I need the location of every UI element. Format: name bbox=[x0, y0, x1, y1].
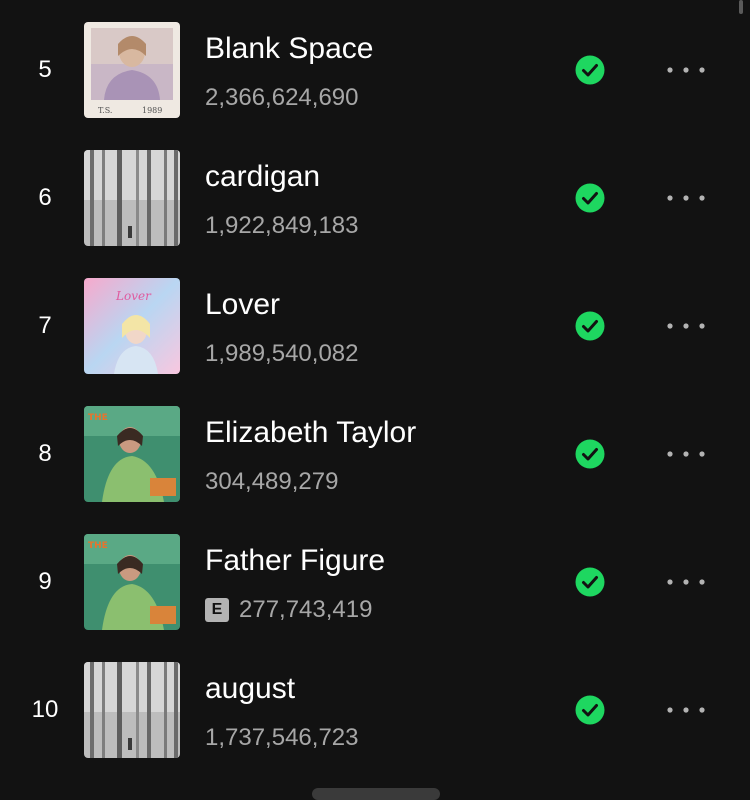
more-options-icon[interactable] bbox=[661, 314, 711, 338]
album-cover-folklore bbox=[84, 662, 180, 758]
svg-text:THE: THE bbox=[88, 413, 108, 423]
svg-text:THE: THE bbox=[88, 541, 108, 551]
svg-text:Lover: Lover bbox=[115, 289, 152, 303]
track-title[interactable]: Elizabeth Taylor bbox=[205, 416, 416, 450]
track-title[interactable]: Blank Space bbox=[205, 32, 373, 66]
check-circle-icon[interactable] bbox=[575, 695, 605, 725]
check-circle-icon[interactable] bbox=[575, 183, 605, 213]
svg-text:1989: 1989 bbox=[142, 106, 162, 115]
album-cover-1989: T.S. 1989 bbox=[84, 22, 180, 118]
more-options-icon[interactable] bbox=[661, 570, 711, 594]
check-circle-icon[interactable] bbox=[575, 311, 605, 341]
track-rank: 6 bbox=[38, 184, 52, 211]
more-options-icon[interactable] bbox=[661, 442, 711, 466]
album-cover-folklore bbox=[84, 150, 180, 246]
track-meta: 304,489,279 bbox=[205, 468, 338, 496]
more-options-icon[interactable] bbox=[661, 698, 711, 722]
track-title[interactable]: august bbox=[205, 672, 295, 706]
track-rank: 8 bbox=[38, 440, 52, 467]
track-meta: 1,989,540,082 bbox=[205, 340, 358, 368]
track-row[interactable]: 6 cardigan 1,922,849,183 bbox=[0, 150, 750, 278]
album-cover-showgirl: THE bbox=[84, 534, 180, 630]
more-options-icon[interactable] bbox=[661, 186, 711, 210]
track-title[interactable]: Father Figure bbox=[205, 544, 385, 578]
track-meta: 1,737,546,723 bbox=[205, 724, 358, 752]
track-title[interactable]: cardigan bbox=[205, 160, 320, 194]
track-rank: 10 bbox=[31, 696, 59, 723]
track-row[interactable]: 5 T.S. 1989 Blank Space 2,366,624,690 bbox=[0, 22, 750, 150]
track-rank: 7 bbox=[38, 312, 52, 339]
track-title[interactable]: Lover bbox=[205, 288, 280, 322]
track-row[interactable]: 7 Lover Lover 1,989,540,082 bbox=[0, 278, 750, 406]
check-circle-icon[interactable] bbox=[575, 567, 605, 597]
explicit-icon: E bbox=[205, 598, 229, 622]
bottom-sheet-handle[interactable] bbox=[312, 788, 440, 800]
play-count: 1,922,849,183 bbox=[205, 212, 359, 239]
play-count: 2,366,624,690 bbox=[205, 84, 359, 111]
track-row[interactable]: 9 THE Father Figure E 277,743,419 bbox=[0, 534, 750, 662]
album-cover-showgirl: THE bbox=[84, 406, 180, 502]
play-count: 277,743,419 bbox=[239, 596, 373, 623]
track-row[interactable]: 10 august 1,737,546,723 bbox=[0, 662, 750, 790]
track-meta: 2,366,624,690 bbox=[205, 84, 358, 112]
play-count: 1,737,546,723 bbox=[205, 724, 359, 751]
track-row[interactable]: 8 THE Elizabeth Taylor 304,489,279 bbox=[0, 406, 750, 534]
svg-text:T.S.: T.S. bbox=[98, 106, 112, 115]
track-meta: E 277,743,419 bbox=[205, 596, 372, 624]
track-meta: 1,922,849,183 bbox=[205, 212, 358, 240]
track-rank: 5 bbox=[38, 56, 52, 83]
check-circle-icon[interactable] bbox=[575, 439, 605, 469]
scrollbar-thumb[interactable] bbox=[739, 0, 743, 14]
more-options-icon[interactable] bbox=[661, 58, 711, 82]
track-list: 5 T.S. 1989 Blank Space 2,366,624,690 6 bbox=[0, 22, 750, 790]
check-circle-icon[interactable] bbox=[575, 55, 605, 85]
play-count: 1,989,540,082 bbox=[205, 340, 359, 367]
album-cover-lover: Lover bbox=[84, 278, 180, 374]
track-rank: 9 bbox=[38, 568, 52, 595]
play-count: 304,489,279 bbox=[205, 468, 339, 495]
